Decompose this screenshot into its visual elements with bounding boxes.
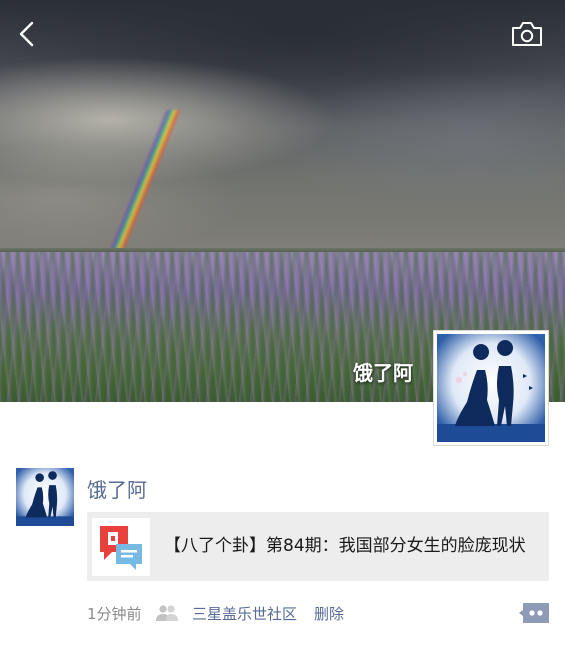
comment-button[interactable] (519, 601, 551, 625)
chat-bubbles-icon (100, 525, 142, 570)
post-meta-row: 1分钟前 三星盖乐世社区 删除 (87, 601, 557, 625)
link-thumbnail (92, 517, 150, 576)
post-author-avatar[interactable] (16, 468, 74, 526)
cover-owner-name: 饿了阿 (353, 361, 413, 385)
profile-avatar[interactable] (433, 330, 549, 446)
friends-icon[interactable] (155, 604, 179, 622)
back-button[interactable] (14, 20, 42, 48)
post-author-name[interactable]: 饿了阿 (87, 474, 147, 503)
cover-sky (0, 0, 565, 252)
shared-link-card[interactable]: 【八了个卦】第84期：我国部分女生的脸庞现状 (87, 512, 549, 581)
link-title: 【八了个卦】第84期：我国部分女生的脸庞现状 (164, 536, 526, 556)
chevron-left-icon (19, 21, 34, 47)
post-time: 1分钟前 (87, 605, 142, 623)
post-source-link[interactable]: 三星盖乐世社区 (192, 603, 297, 624)
camera-icon (512, 22, 542, 46)
comment-dots-icon (519, 603, 549, 623)
camera-button[interactable] (510, 20, 544, 48)
avatar-silhouette-image (437, 334, 545, 442)
delete-button[interactable]: 删除 (314, 603, 344, 624)
